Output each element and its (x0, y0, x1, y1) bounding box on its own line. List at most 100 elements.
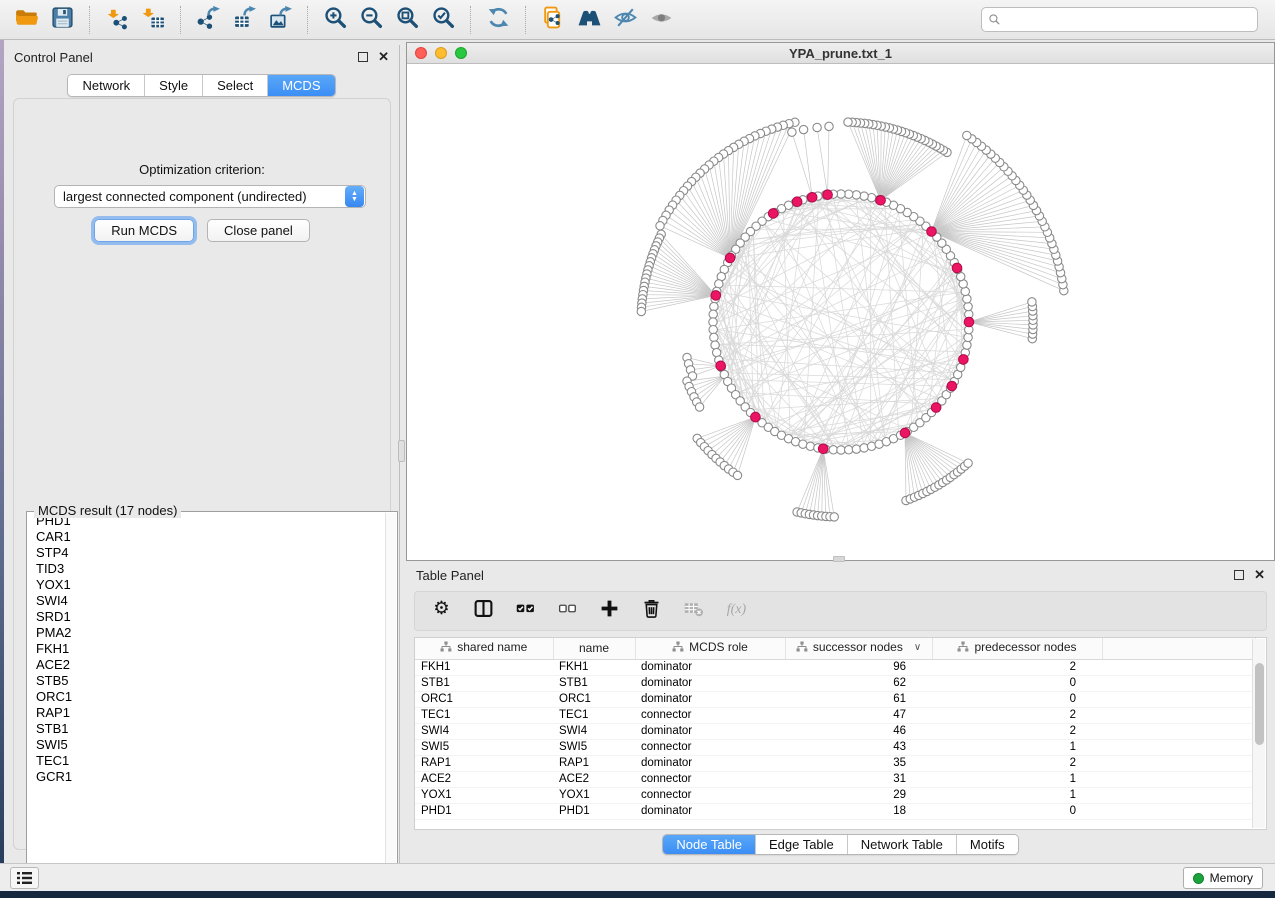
tab-network[interactable]: Network (68, 75, 144, 96)
table-cell[interactable]: dominator (635, 675, 785, 691)
tab-edge-table[interactable]: Edge Table (755, 835, 847, 854)
table-row[interactable]: FKH1FKH1dominator962 (415, 659, 1255, 675)
mcds-result-item[interactable]: PMA2 (28, 625, 385, 641)
table-cell[interactable]: SWI5 (415, 739, 553, 755)
table-cell[interactable]: connector (635, 739, 785, 755)
mcds-node[interactable] (716, 361, 726, 371)
table-row[interactable]: YOX1YOX1connector291 (415, 787, 1255, 803)
table-row[interactable]: SWI5SWI5connector431 (415, 739, 1255, 755)
mcds-node[interactable] (725, 253, 735, 263)
table-cell[interactable]: FKH1 (553, 659, 635, 675)
table-row[interactable]: ACE2ACE2connector311 (415, 771, 1255, 787)
mcds-node[interactable] (768, 209, 778, 219)
mcds-result-item[interactable]: ORC1 (28, 689, 385, 705)
mcds-result-item[interactable]: SWI5 (28, 737, 385, 753)
add-column-button[interactable] (595, 597, 623, 625)
table-cell[interactable]: 29 (785, 787, 932, 803)
mcds-node[interactable] (931, 403, 941, 413)
export-network-button[interactable] (190, 4, 226, 36)
table-cell[interactable]: SWI4 (553, 723, 635, 739)
mcds-node[interactable] (900, 428, 910, 438)
table-cell[interactable]: TEC1 (553, 707, 635, 723)
close-panel-icon[interactable]: ✕ (378, 52, 389, 62)
mcds-node[interactable] (964, 317, 974, 327)
table-cell[interactable]: ORC1 (415, 691, 553, 707)
mcds-node[interactable] (823, 190, 833, 200)
mcds-result-item[interactable]: RAP1 (28, 705, 385, 721)
table-row[interactable]: SWI4SWI4dominator462 (415, 723, 1255, 739)
find-button[interactable] (571, 4, 607, 36)
table-cell[interactable]: 35 (785, 755, 932, 771)
mcds-node[interactable] (959, 355, 969, 365)
zoom-in-button[interactable] (317, 4, 353, 36)
table-cell[interactable]: 0 (932, 691, 1102, 707)
table-cell[interactable]: STB1 (553, 675, 635, 691)
mcds-result-item[interactable]: STB5 (28, 673, 385, 689)
copy-network-button[interactable] (535, 4, 571, 36)
import-network-button[interactable] (99, 4, 135, 36)
zoom-out-button[interactable] (353, 4, 389, 36)
mcds-result-item[interactable]: TID3 (28, 561, 385, 577)
mcds-result-item[interactable]: ACE2 (28, 657, 385, 673)
table-cell[interactable]: 1 (932, 739, 1102, 755)
hide-selected-button[interactable] (607, 4, 643, 36)
table-cell[interactable]: RAP1 (415, 755, 553, 771)
table-cell[interactable]: TEC1 (415, 707, 553, 723)
mcds-node[interactable] (952, 263, 962, 273)
mcds-result-list[interactable]: PHD1CAR1STP4TID3YOX1SWI4SRD1PMA2FKH1ACE2… (28, 513, 385, 882)
network-canvas[interactable] (407, 64, 1274, 560)
table-cell[interactable]: FKH1 (415, 659, 553, 675)
search-input[interactable] (1005, 10, 1251, 30)
table-row[interactable]: PHD1PHD1dominator180 (415, 803, 1255, 819)
table-cell[interactable]: dominator (635, 691, 785, 707)
table-cell[interactable]: connector (635, 787, 785, 803)
zoom-fit-button[interactable] (389, 4, 425, 36)
optimization-criterion-select[interactable]: largest connected component (undirected)… (54, 185, 366, 208)
table-cell[interactable]: 43 (785, 739, 932, 755)
table-cell[interactable]: 47 (785, 707, 932, 723)
deselect-all-columns-button[interactable] (553, 597, 581, 625)
close-panel-button[interactable]: Close panel (207, 219, 310, 242)
table-row[interactable]: TEC1TEC1connector472 (415, 707, 1255, 723)
float-panel-icon[interactable] (358, 52, 368, 62)
mcds-result-item[interactable]: CAR1 (28, 529, 385, 545)
mcds-node[interactable] (947, 381, 957, 391)
table-cell[interactable]: dominator (635, 723, 785, 739)
mcds-result-item[interactable]: FKH1 (28, 641, 385, 657)
table-cell[interactable]: ORC1 (553, 691, 635, 707)
tab-node-table[interactable]: Node Table (663, 835, 755, 854)
table-cell[interactable]: SWI4 (415, 723, 553, 739)
table-cell[interactable]: 96 (785, 659, 932, 675)
table-cell[interactable]: RAP1 (553, 755, 635, 771)
table-cell[interactable]: connector (635, 707, 785, 723)
tab-mcds[interactable]: MCDS (267, 75, 334, 96)
table-cell[interactable]: 62 (785, 675, 932, 691)
mcds-node[interactable] (818, 444, 828, 454)
tab-select[interactable]: Select (202, 75, 267, 96)
select-all-columns-button[interactable] (511, 597, 539, 625)
table-cell[interactable]: YOX1 (415, 787, 553, 803)
table-row[interactable]: RAP1RAP1dominator352 (415, 755, 1255, 771)
mcds-result-item[interactable]: YOX1 (28, 577, 385, 593)
column-header-successor-nodes[interactable]: successor nodes∨ (785, 638, 932, 659)
settings-button[interactable]: ⚙ (427, 597, 455, 625)
table-cell[interactable]: 2 (932, 723, 1102, 739)
column-layout-button[interactable] (469, 597, 497, 625)
table-cell[interactable]: dominator (635, 659, 785, 675)
table-cell[interactable]: 46 (785, 723, 932, 739)
mcds-result-item[interactable]: STP4 (28, 545, 385, 561)
table-cell[interactable]: 0 (932, 803, 1102, 819)
search-field[interactable] (981, 7, 1258, 32)
import-table-button[interactable] (135, 4, 171, 36)
result-list-scrollbar[interactable] (385, 513, 396, 882)
table-cell[interactable]: 18 (785, 803, 932, 819)
column-header-predecessor-nodes[interactable]: predecessor nodes (932, 638, 1102, 659)
table-cell[interactable]: connector (635, 771, 785, 787)
mcds-node[interactable] (927, 227, 937, 237)
table-row[interactable]: ORC1ORC1dominator610 (415, 691, 1255, 707)
column-header-shared-name[interactable]: shared name (415, 638, 553, 659)
mcds-result-item[interactable]: SWI4 (28, 593, 385, 609)
table-scrollbar[interactable] (1252, 639, 1265, 828)
table-cell[interactable]: PHD1 (415, 803, 553, 819)
export-table-button[interactable] (226, 4, 262, 36)
